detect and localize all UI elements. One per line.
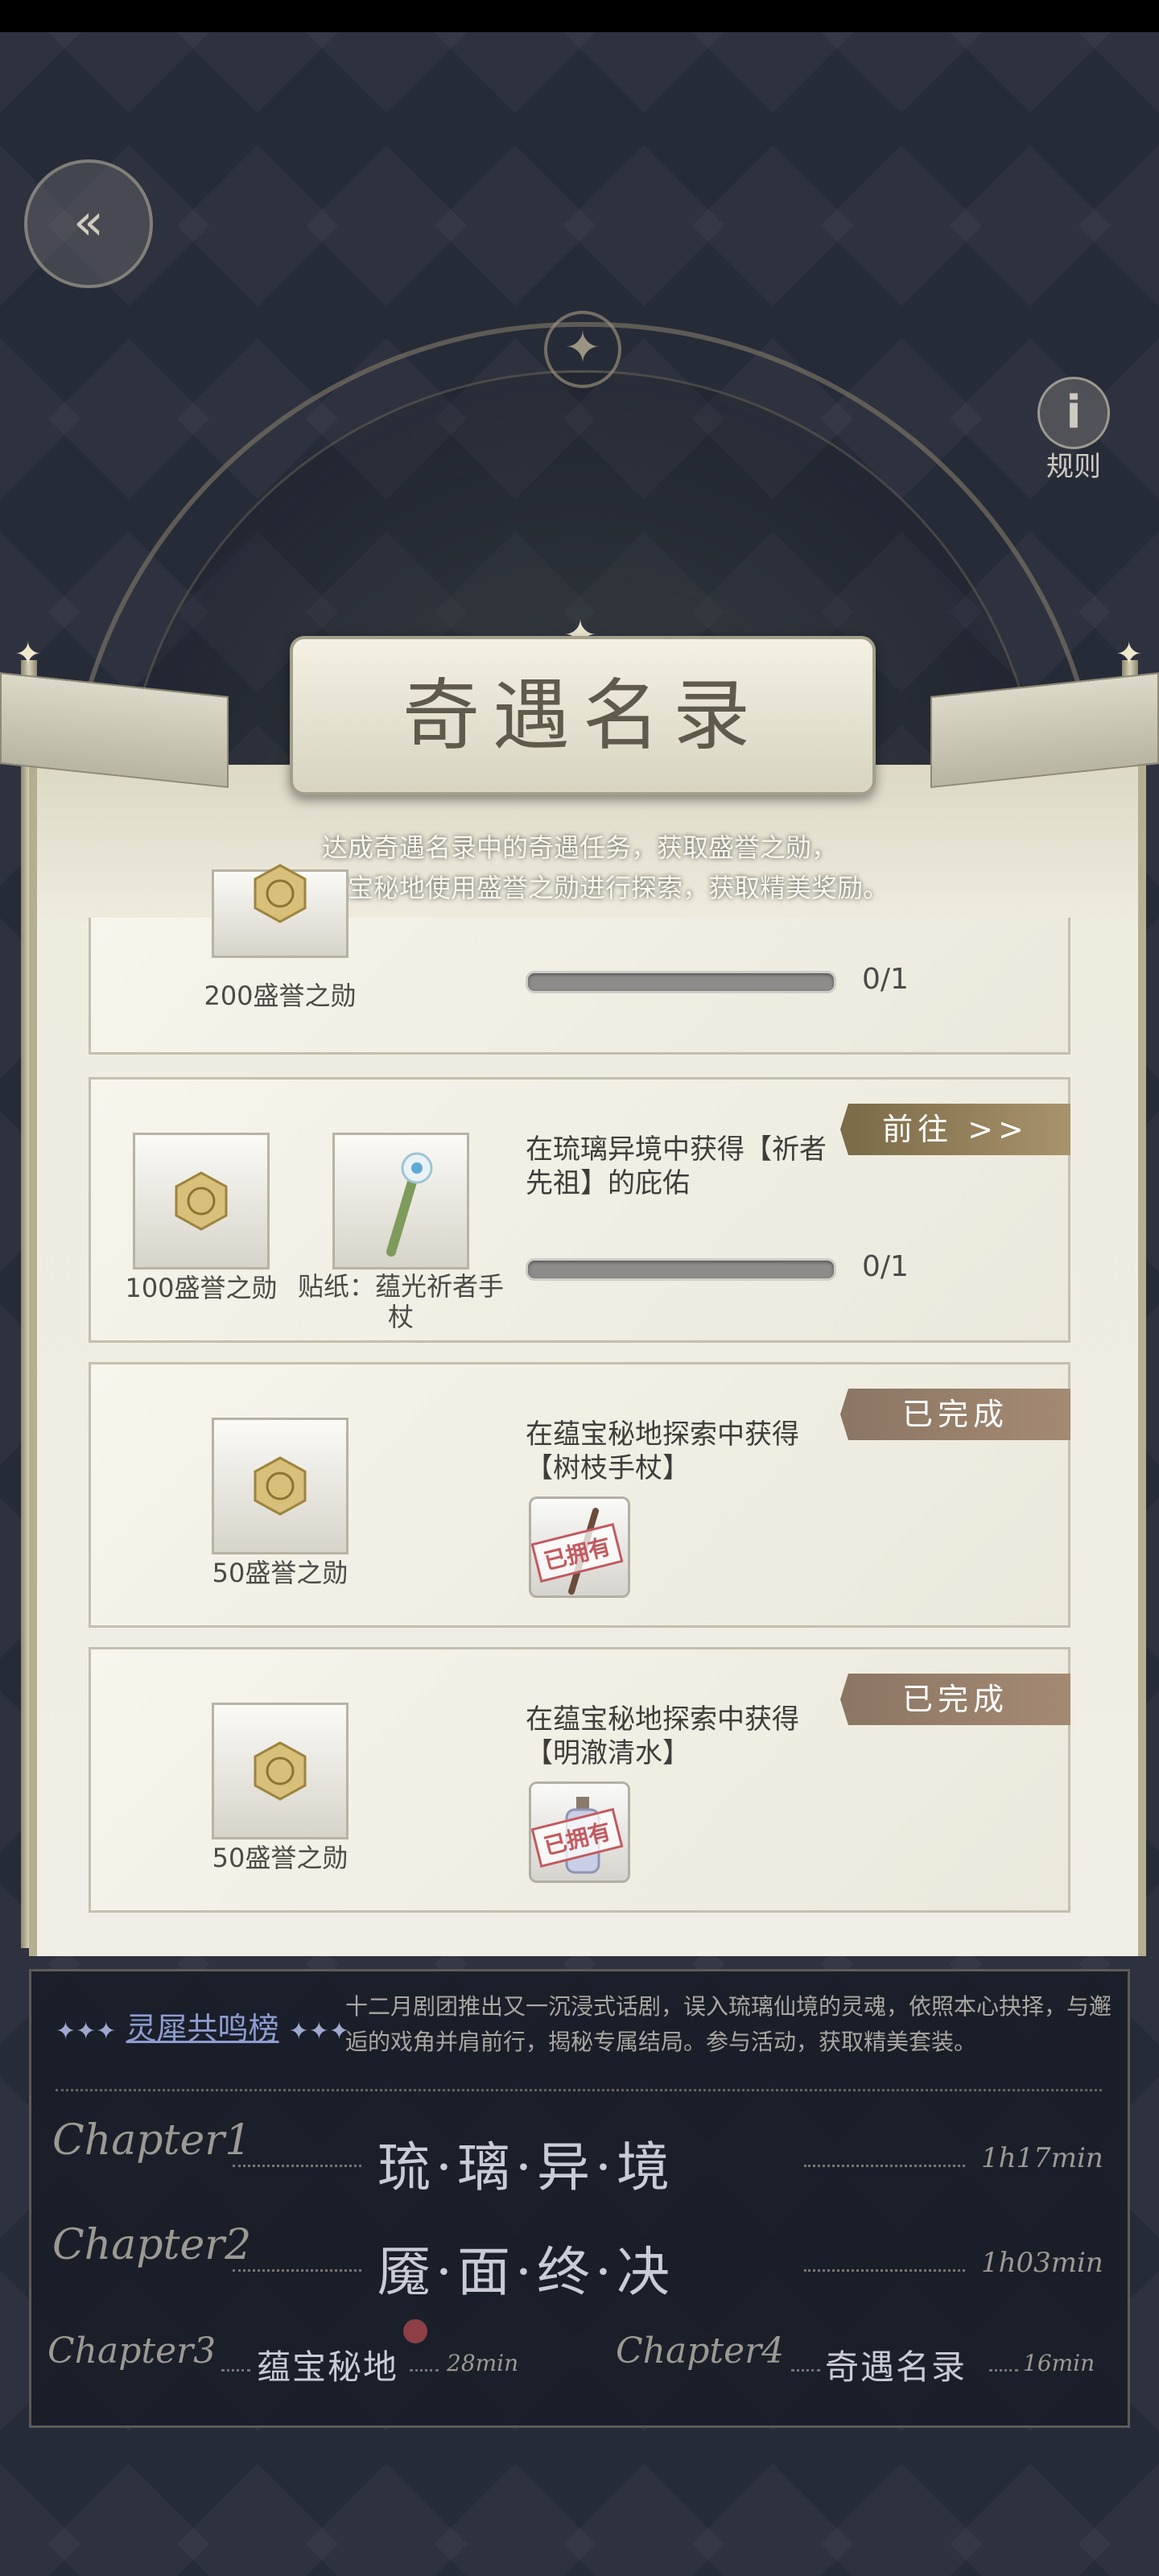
reward-label: 贴纸：蕴光祈者手杖 [297,1271,504,1332]
task-card: 100盛誉之勋 贴纸：蕴光祈者手杖 在琉璃异境中获得【祈者先祖】的庇佑 0/1 … [89,1077,1070,1343]
progress-bar [526,1258,836,1281]
back-button[interactable]: « [24,159,153,288]
chapter-4-time: 16min [1023,2350,1095,2376]
progress-bar [526,971,836,993]
dotted-line [233,2269,361,2272]
decor-right: ✦✦✦ [288,2017,350,2046]
ranking-label: 灵犀共鸣榜 [126,2011,279,2046]
dotted-line [791,2369,820,2372]
rules-button[interactable]: i 规则 [1033,377,1114,484]
reward-slot[interactable] [212,1418,349,1554]
chapter-2-time: 1h03min [981,2247,1103,2279]
description-line-2: 前往蕴宝秘地使用盛誉之勋进行探索，获取精美奖励。 [270,873,889,903]
task-description: 在蕴宝秘地探索中获得【明澈清水】 [526,1703,799,1769]
medal-icon [254,1456,307,1516]
reward-label: 50盛誉之勋 [212,1843,349,1873]
resonance-ranking-link[interactable]: ✦✦✦ 灵犀共鸣榜 ✦✦✦ [56,2004,349,2048]
dotted-line [410,2369,439,2372]
owned-item-slot[interactable]: 已拥有 [529,1781,630,1883]
status-bar [0,0,1159,32]
medal-icon [254,1741,307,1801]
back-arrow-icon: « [73,192,104,251]
chapter-3-label: Chapter3 [47,2330,217,2372]
page-title: 奇遇名录 [402,671,763,761]
owned-item-slot[interactable]: 已拥有 [529,1496,630,1598]
reward-label: 200盛誉之勋 [204,980,357,1011]
chapter-3-link[interactable]: 蕴宝秘地 [257,2340,398,2389]
chapter-1-label: Chapter1 [52,2116,252,2165]
chapter-2-label: Chapter2 [52,2221,252,2269]
task-card: 50盛誉之勋 在蕴宝秘地探索中获得【树枝手杖】 已拥有 已完成 [89,1362,1070,1628]
dotted-line [221,2369,250,2372]
task-card: 50盛誉之勋 在蕴宝秘地探索中获得【明澈清水】 已拥有 已完成 [89,1647,1070,1913]
progress-text: 0/1 [862,963,909,996]
compass-icon: ✦ [544,311,621,388]
task-description: 在琉璃异境中获得【祈者先祖】的庇佑 [526,1133,827,1199]
info-icon: i [1037,377,1110,449]
event-info-panel: ✦✦✦ 灵犀共鸣榜 ✦✦✦ 十二月剧团推出又一沉浸式话剧，误入琉璃仙境的灵魂，依… [29,1969,1130,2428]
reward-slot[interactable] [133,1133,270,1269]
medal-icon [175,1171,228,1231]
progress-text: 0/1 [862,1250,909,1283]
dotted-line [233,2165,361,2167]
left-star-icon: ✦ [14,636,42,673]
reward-label: 50盛誉之勋 [212,1558,349,1588]
chapter-3-time: 28min [447,2350,519,2376]
dotted-line [989,2369,1018,2372]
divider [56,2089,1102,2091]
description-line-1: 达成奇遇名录中的奇遇任务，获取盛誉之勋， [321,832,837,863]
event-description: 十二月剧团推出又一沉浸式话剧，误入琉璃仙境的灵魂，依照本心抉择，与邂逅的戏角并肩… [345,1993,1112,2055]
decor-left: ✦✦✦ [56,2017,117,2046]
medal-icon [254,864,307,923]
completed-button[interactable]: 已完成 [840,1674,1070,1725]
reward-slot[interactable] [212,1703,349,1839]
chapter-4-link[interactable]: 奇遇名录 [825,2340,967,2389]
chapter-1-link[interactable]: 琉·璃·异·境 [377,2124,674,2202]
task-description: 在蕴宝秘地探索中获得【树枝手杖】 [526,1418,799,1484]
dotted-line [804,2269,965,2272]
chapter-4-label: Chapter4 [616,2330,785,2372]
chapter-2-link[interactable]: 魇·面·终·决 [377,2229,674,2306]
rules-label: 规则 [1046,451,1101,483]
dotted-line [804,2165,965,2167]
title-banner: 奇遇名录 [290,636,876,795]
reward-slot[interactable] [212,864,349,958]
go-button[interactable]: 前往 >> [840,1104,1070,1155]
completed-button[interactable]: 已完成 [840,1389,1070,1440]
chapter-1-time: 1h17min [981,2142,1103,2174]
task-card: 200盛誉之勋 0/1 [89,864,1070,1055]
notification-dot [403,2319,427,2343]
right-star-icon: ✦ [1116,636,1143,673]
staff-sticker-icon [386,1152,433,1257]
reward-slot[interactable] [332,1133,469,1269]
reward-label: 100盛誉之勋 [125,1273,278,1303]
